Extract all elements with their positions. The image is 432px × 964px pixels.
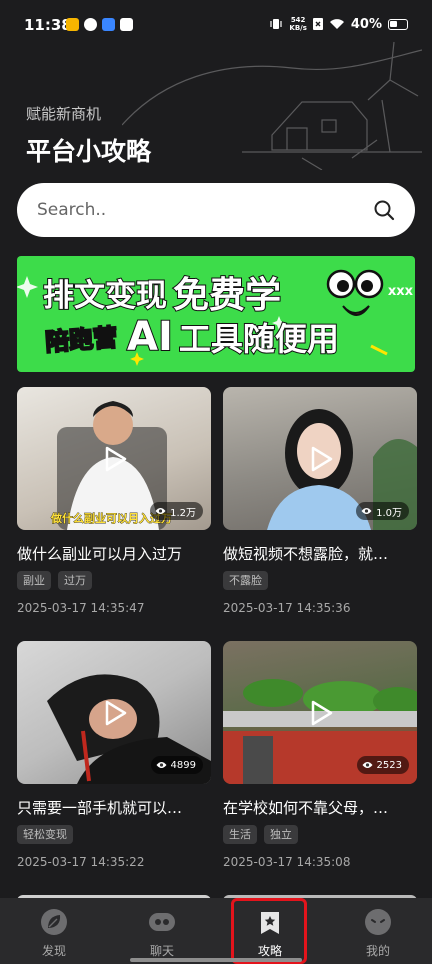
video-card[interactable]: 1.0万 做短视频不想露脸，就… 不露脸 2025-03-17 14:35:36 <box>223 387 417 627</box>
search-input[interactable] <box>37 183 367 237</box>
banner-line-2: 陪跑营 AI 工具随便用 <box>41 313 340 361</box>
app-notification-icon <box>84 18 97 31</box>
tab-label: 我的 <box>365 944 390 958</box>
banner-x-marks: xxx <box>387 284 413 299</box>
tab-label: 发现 <box>41 944 66 958</box>
publish-date: 2025-03-17 14:35:47 <box>17 601 145 615</box>
video-title[interactable]: 做什么副业可以月入过万 <box>17 543 211 564</box>
tag-list: 生活 独立 <box>223 825 298 844</box>
tag[interactable]: 副业 <box>17 571 51 590</box>
publish-date: 2025-03-17 14:35:22 <box>17 855 145 869</box>
search-bar[interactable] <box>17 183 415 237</box>
tab-profile[interactable]: 我的 <box>324 898 432 964</box>
tag[interactable]: 轻松变现 <box>17 825 73 844</box>
mascot-face-icon <box>326 269 388 356</box>
tag[interactable]: 生活 <box>223 825 257 844</box>
view-count: 1.2万 <box>170 507 196 519</box>
banner-line-1: 排文变现 免费学 <box>42 266 282 318</box>
search-icon[interactable] <box>373 199 395 221</box>
video-title[interactable]: 做短视频不想露脸，就… <box>223 543 417 564</box>
windmill-house-illustration <box>122 41 422 170</box>
net-speed: 542 KB/s <box>289 16 307 32</box>
chat-bubble-icon <box>149 913 175 931</box>
profile-face-icon <box>365 909 391 935</box>
banner-text-2: 免费学 <box>172 274 282 317</box>
video-card[interactable]: 做什么副业可以月入过万 1.2万 做什么副业可以月入过万 副业 过万 2025-… <box>17 387 211 627</box>
tag-list: 副业 过万 <box>17 571 92 590</box>
tab-discover[interactable]: 发现 <box>0 898 108 964</box>
video-thumbnail[interactable]: 2523 <box>223 641 417 784</box>
banner-text-3: 工具随便用 <box>178 319 340 359</box>
view-count-badge: 1.0万 <box>356 502 409 520</box>
video-title[interactable]: 在学校如何不靠父母，… <box>223 797 417 818</box>
video-thumbnail[interactable]: 1.0万 <box>223 387 417 530</box>
tag[interactable]: 不露脸 <box>223 571 268 590</box>
sim-x-icon <box>312 18 323 30</box>
banner-text-ai: AI <box>126 313 174 361</box>
view-count-badge: 4899 <box>150 756 203 774</box>
banner-text-1: 排文变现 <box>42 277 168 315</box>
eye-icon <box>156 762 167 768</box>
vibrate-icon <box>270 19 282 29</box>
video-title[interactable]: 只需要一部手机就可以… <box>17 797 211 818</box>
tag[interactable]: 独立 <box>264 825 298 844</box>
status-time: 11:38 <box>24 16 72 34</box>
home-indicator[interactable] <box>130 958 302 962</box>
view-count: 2523 <box>376 759 402 771</box>
battery-icon <box>388 18 408 30</box>
tag-list: 不露脸 <box>223 571 268 590</box>
play-icon[interactable] <box>99 444 129 474</box>
eye-icon <box>362 762 373 768</box>
active-tab-highlight <box>231 898 307 964</box>
view-count: 1.0万 <box>376 507 402 519</box>
tag[interactable]: 过万 <box>58 571 92 590</box>
header-subtitle: 赋能新商机 <box>26 105 102 123</box>
view-count: 4899 <box>170 759 196 771</box>
play-icon[interactable] <box>99 698 129 728</box>
video-thumbnail[interactable]: 4899 <box>17 641 211 784</box>
view-count-badge: 1.2万 <box>150 502 203 520</box>
tab-label: 聊天 <box>149 944 174 958</box>
wifi-icon <box>329 19 344 29</box>
publish-date: 2025-03-17 14:35:08 <box>223 855 351 869</box>
eye-icon <box>155 508 166 514</box>
video-card[interactable]: 2523 在学校如何不靠父母，… 生活 独立 2025-03-17 14:35:… <box>223 641 417 881</box>
video-card[interactable]: 4899 只需要一部手机就可以… 轻松变现 2025-03-17 14:35:2… <box>17 641 211 881</box>
play-icon[interactable] <box>305 698 335 728</box>
leaf-icon <box>41 909 67 935</box>
battery-percentage: 40% <box>350 16 382 32</box>
weibo-notification-icon <box>66 18 79 31</box>
page-title: 平台小攻略 <box>26 137 152 166</box>
video-thumbnail[interactable]: 做什么副业可以月入过万 1.2万 <box>17 387 211 530</box>
tag-list: 轻松变现 <box>17 825 73 844</box>
publish-date: 2025-03-17 14:35:36 <box>223 601 351 615</box>
notification-icons <box>66 18 133 31</box>
status-right: 542 KB/s 40% <box>269 16 408 32</box>
eye-icon <box>361 508 372 514</box>
banner-tag: 陪跑营 <box>43 322 119 357</box>
play-icon[interactable] <box>305 444 335 474</box>
promo-banner[interactable]: 排文变现 免费学 陪跑营 AI 工具随便用 xxx <box>17 256 415 372</box>
view-count-badge: 2523 <box>356 756 409 774</box>
mail-notification-icon <box>120 18 133 31</box>
app-notification-icon-2 <box>102 18 115 31</box>
bottom-tab-bar: 发现 聊天 攻略 我的 <box>0 898 432 964</box>
tab-chat[interactable]: 聊天 <box>108 898 216 964</box>
